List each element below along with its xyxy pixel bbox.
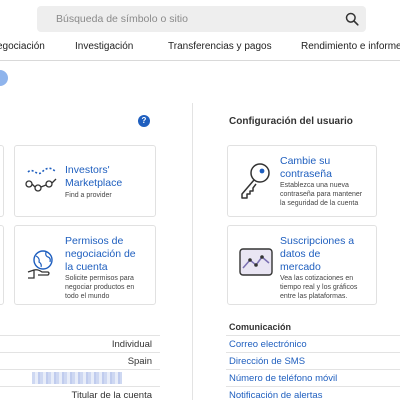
nav-item-transfers[interactable]: Transferencias y pagos (168, 41, 272, 52)
redacted-value (32, 372, 122, 384)
market-data-subscriptions-card[interactable]: Suscripciones a datos de mercado Vea las… (227, 225, 377, 305)
card-title-line: datos de (280, 248, 321, 260)
card-title-line: Investors' (65, 164, 110, 176)
avatar[interactable] (0, 70, 8, 86)
country-value: Spain (127, 356, 152, 367)
user-config-title: Configuración del usuario (229, 116, 353, 127)
search-icon[interactable] (345, 12, 359, 26)
card-description: todo el mundo (65, 293, 110, 300)
card-title-line: la cuenta (65, 261, 108, 273)
investors-marketplace-card[interactable]: Investors' Marketplace Find a provider (14, 145, 156, 217)
card-description: tiempo real y los gráficos (280, 284, 358, 291)
card-description: negociar productos en (65, 284, 135, 291)
account-type-value: Individual (111, 339, 152, 350)
card-title-line: Cambie su (280, 155, 331, 167)
network-icon (25, 167, 57, 192)
main-nav: egociación Investigación Transferencias … (0, 37, 400, 61)
account-info-list: Individual Spain Titular de la cuenta (0, 335, 160, 400)
card-title-line: Suscripciones a (280, 235, 355, 247)
trading-permissions-card[interactable]: Permisos de negociación de la cuenta Sol… (14, 225, 156, 305)
communication-link-mobile[interactable]: Número de teléfono móvil (226, 369, 400, 386)
card-description: contraseña para mantener (280, 191, 363, 198)
card-title-line: contraseña (280, 168, 332, 180)
top-bar: Búsqueda de símbolo o sitio (0, 0, 400, 37)
column-divider (192, 103, 193, 400)
change-password-card[interactable]: Cambie su contraseña Establezca una nuev… (227, 145, 377, 217)
account-info-row (0, 369, 160, 386)
card-description: entre las plataformas. (280, 293, 348, 300)
card-left-cutoff-2[interactable] (0, 225, 4, 305)
nav-item-trading[interactable]: egociación (0, 41, 45, 52)
key-icon (241, 163, 270, 199)
card-title-line: Permisos de (65, 235, 124, 247)
card-description: Establezca una nueva (280, 182, 349, 189)
card-title-line: Marketplace (65, 177, 123, 189)
account-role-value: Titular de la cuenta (71, 390, 152, 400)
nav-item-research[interactable]: Investigación (75, 41, 133, 52)
card-left-cutoff-1[interactable] (0, 145, 4, 217)
card-title-line: mercado (280, 261, 321, 273)
card-description: la seguridad de la cuenta (280, 200, 359, 207)
communication-link-email[interactable]: Correo electrónico (226, 335, 400, 352)
communication-title: Comunicación (229, 322, 292, 332)
card-title-line: negociación de (65, 248, 136, 260)
globe-hand-icon (27, 250, 53, 279)
search-input[interactable]: Búsqueda de símbolo o sitio (56, 13, 188, 25)
card-description: Find a provider (65, 192, 112, 199)
communication-link-alerts[interactable]: Notificación de alertas (226, 386, 400, 400)
account-info-row: Individual (0, 335, 160, 352)
account-info-row: Spain (0, 352, 160, 369)
communication-link-sms[interactable]: Dirección de SMS (226, 352, 400, 369)
communication-list: Correo electrónico Dirección de SMS Núme… (226, 335, 400, 400)
account-info-row: Titular de la cuenta (0, 386, 160, 400)
search-box[interactable]: Búsqueda de símbolo o sitio (37, 6, 366, 32)
card-description: Solicite permisos para (65, 275, 134, 282)
market-chart-icon (239, 248, 273, 276)
help-icon[interactable]: ? (138, 115, 150, 127)
nav-item-performance[interactable]: Rendimiento e informes (301, 41, 400, 52)
card-description: Vea las cotizaciones en (280, 275, 354, 282)
